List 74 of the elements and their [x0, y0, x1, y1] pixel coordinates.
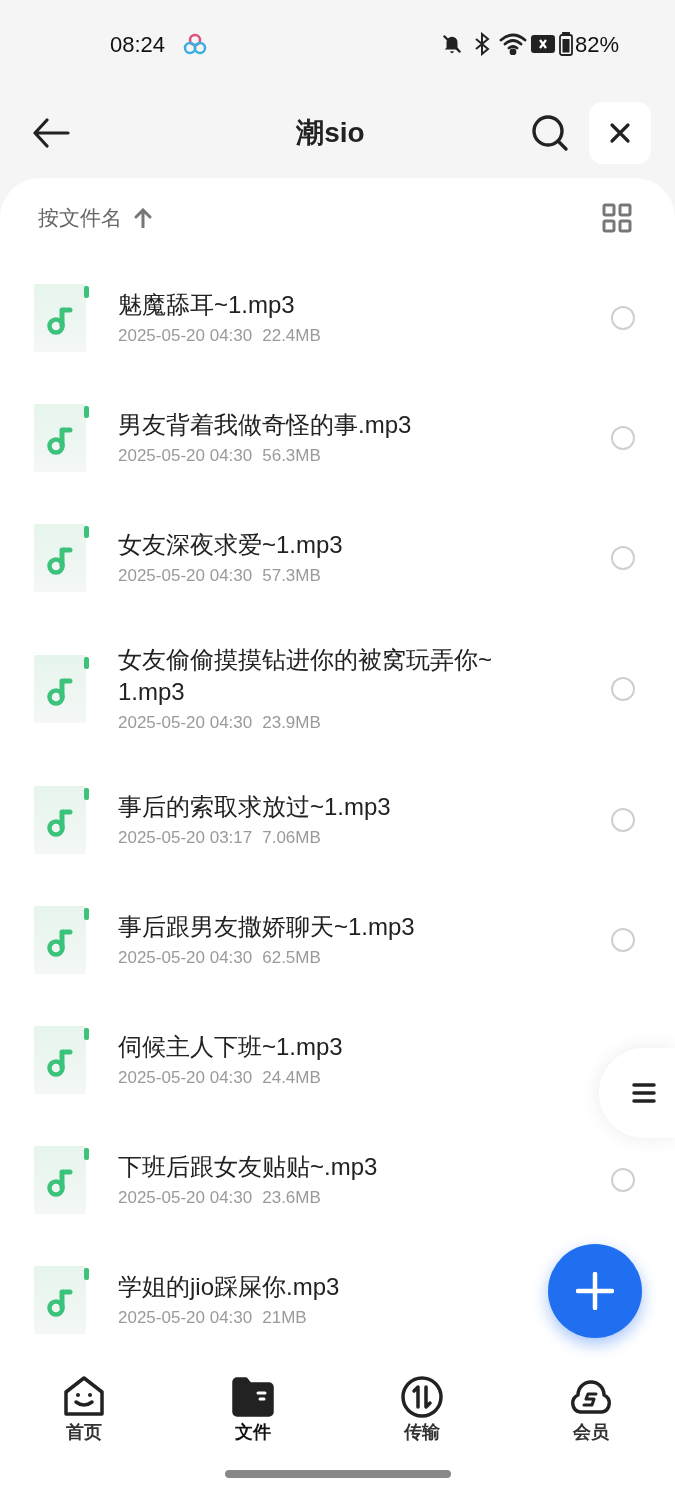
file-size: 7.06MB	[262, 827, 321, 849]
audio-file-icon	[34, 655, 90, 723]
audio-file-icon	[34, 404, 90, 472]
battery-percentage: 82%	[574, 30, 619, 59]
folder-title: 潮sio	[296, 116, 365, 150]
file-name: 魅魔舔耳~1.mp3	[118, 290, 296, 320]
audio-file-icon	[34, 1026, 90, 1094]
file-date: 2025-05-20 03:17	[118, 827, 253, 849]
search-icon	[531, 114, 569, 152]
file-date: 2025-05-20 04:30	[118, 1187, 253, 1209]
back-arrow-icon	[32, 118, 70, 148]
file-row[interactable]: 女友深夜求爱~1.mp3 2025-05-20 04:30 57.3MB	[0, 498, 675, 618]
nav-tab[interactable]: 文件	[168, 1374, 338, 1444]
audio-file-icon	[34, 284, 90, 352]
file-name: 学姐的jio踩屎你.mp3	[118, 1272, 341, 1302]
file-date: 2025-05-20 04:30	[118, 325, 253, 347]
close-icon	[609, 122, 631, 144]
audio-file-icon	[34, 1146, 90, 1214]
file-size: 24.4MB	[262, 1067, 321, 1089]
select-radio[interactable]	[611, 808, 635, 832]
battery-icon	[558, 32, 573, 56]
file-name: 女友深夜求爱~1.mp3	[118, 530, 344, 560]
file-name: 事后跟男友撒娇聊天~1.mp3	[118, 912, 416, 942]
wifi-icon	[498, 33, 527, 55]
sort-by-name-button[interactable]: 按文件名	[38, 202, 152, 234]
file-date: 2025-05-20 04:30	[118, 445, 253, 467]
file-date: 2025-05-20 04:30	[118, 1307, 253, 1329]
audio-file-icon	[34, 1266, 90, 1334]
muted-bell-icon	[440, 33, 463, 55]
plus-icon	[576, 1272, 614, 1310]
file-row[interactable]: 下班后跟女友贴贴~.mp3 2025-05-20 04:30 23.6MB	[0, 1120, 675, 1240]
select-radio[interactable]	[611, 928, 635, 952]
file-row[interactable]: 事后跟男友撒娇聊天~1.mp3 2025-05-20 04:30 62.5MB	[0, 880, 675, 1000]
audio-file-icon	[34, 786, 90, 854]
file-date: 2025-05-20 04:30	[118, 947, 253, 969]
file-size: 62.5MB	[262, 947, 321, 969]
file-date: 2025-05-20 04:30	[118, 1067, 253, 1089]
file-size: 21MB	[262, 1307, 307, 1329]
file-date: 2025-05-20 04:30	[118, 712, 253, 734]
file-row[interactable]: 学姐的jio踩屎你.mp3 2025-05-20 04:30 21MB	[0, 1240, 675, 1352]
file-name: 伺候主人下班~1.mp3	[118, 1032, 344, 1062]
file-row[interactable]: 女友偷偷摸摸钻进你的被窝玩弄你~1.mp3 2025-05-20 04:30 23.9MB	[0, 618, 675, 760]
file-row[interactable]: 男友背着我做奇怪的事.mp3 2025-05-20 04:30 56.3MB	[0, 378, 675, 498]
select-radio[interactable]	[611, 426, 635, 450]
file-name: 下班后跟女友贴贴~.mp3	[118, 1152, 379, 1182]
file-name: 事后的索取求放过~1.mp3	[118, 792, 392, 822]
grid-view-button[interactable]	[601, 202, 633, 234]
file-size: 23.9MB	[262, 712, 321, 734]
file-size: 22.4MB	[262, 325, 321, 347]
nav-tab[interactable]: 首页	[0, 1374, 169, 1444]
select-radio[interactable]	[611, 677, 635, 701]
select-radio[interactable]	[611, 306, 635, 330]
file-row[interactable]: 魅魔舔耳~1.mp3 2025-05-20 04:30 22.4MB	[0, 258, 675, 378]
file-size: 57.3MB	[262, 565, 321, 587]
file-date: 2025-05-20 04:30	[118, 565, 253, 587]
sim-card-icon	[530, 34, 555, 54]
select-radio[interactable]	[611, 546, 635, 570]
file-row[interactable]: 事后的索取求放过~1.mp3 2025-05-20 03:17 7.06MB	[0, 760, 675, 880]
close-button[interactable]	[589, 102, 651, 164]
file-size: 56.3MB	[262, 445, 321, 467]
up-arrow-icon	[134, 208, 152, 228]
nav-tab[interactable]: 会员	[506, 1374, 675, 1444]
file-name: 男友背着我做奇怪的事.mp3	[118, 410, 413, 440]
file-row[interactable]: 伺候主人下班~1.mp3 2025-05-20 04:30 24.4MB	[0, 1000, 675, 1120]
audio-file-icon	[34, 906, 90, 974]
file-size: 23.6MB	[262, 1187, 321, 1209]
menu-icon	[632, 1083, 656, 1103]
nav-tab[interactable]: 传输	[337, 1374, 507, 1444]
audio-file-icon	[34, 524, 90, 592]
status-time: 08:24	[110, 30, 166, 59]
select-radio[interactable]	[611, 1168, 635, 1192]
app-notification-icon	[183, 32, 208, 56]
file-name: 女友偷偷摸摸钻进你的被窝玩弄你~1.mp3	[118, 645, 493, 707]
grid-icon	[602, 203, 632, 233]
